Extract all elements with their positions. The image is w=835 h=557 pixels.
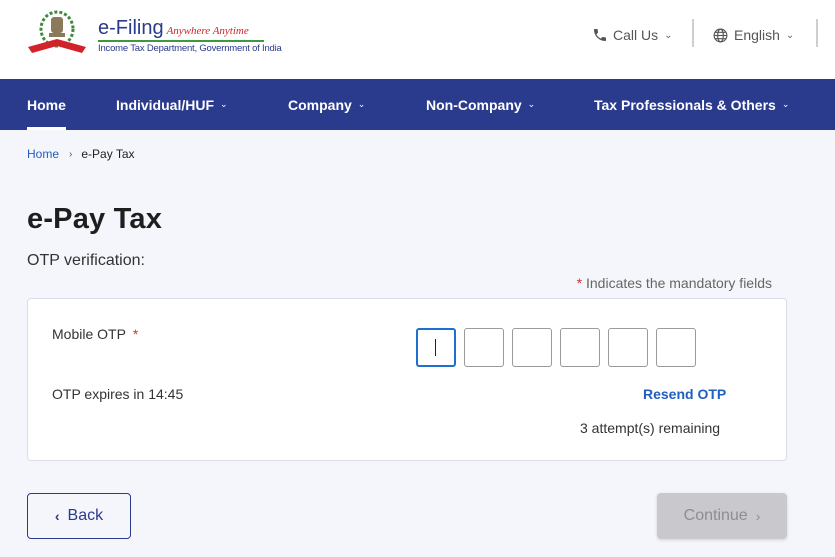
back-button-label: Back [67, 507, 104, 524]
nav-item-individual-huf[interactable]: Individual/HUF ⌄ [116, 79, 228, 130]
emblem-icon [28, 10, 86, 53]
chevron-down-icon: ⌄ [357, 99, 366, 109]
logo-title: e-Filing Anywhere Anytime [98, 17, 249, 39]
breadcrumb-home-link[interactable]: Home [27, 147, 59, 161]
nav-item-home[interactable]: Home [27, 79, 66, 130]
otp-digit-2[interactable] [464, 328, 504, 367]
back-button[interactable]: ‹ Back [27, 493, 131, 539]
logo-subtitle: Income Tax Department, Government of Ind… [98, 43, 282, 54]
header-divider [692, 19, 694, 47]
breadcrumb: Home › e-Pay Tax [27, 147, 135, 161]
call-us-dropdown[interactable]: Call Us ⌄ [592, 22, 673, 48]
otp-expiry-timer: OTP expires in 14:45 [52, 386, 184, 402]
site-header: e-Filing Anywhere Anytime Income Tax Depa… [0, 0, 835, 79]
mobile-otp-label: Mobile OTP * [52, 326, 138, 342]
efiling-logo[interactable]: e-Filing Anywhere Anytime Income Tax Depa… [26, 9, 282, 59]
page-title: e-Pay Tax [27, 203, 163, 235]
otp-input-group [416, 328, 696, 367]
chevron-right-icon: › [69, 148, 73, 160]
logo-tagline: Anywhere Anytime [166, 25, 249, 37]
phone-icon [594, 29, 606, 41]
attempts-remaining: 3 attempt(s) remaining [580, 420, 721, 436]
required-star: * [132, 326, 139, 342]
resend-otp-link[interactable]: Resend OTP [643, 386, 726, 402]
mandatory-note-text: Indicates the mandatory fields [582, 275, 772, 291]
nav-item-non-company[interactable]: Non-Company ⌄ [426, 79, 535, 130]
chevron-down-icon: ⌄ [664, 29, 673, 41]
chevron-down-icon: ⌄ [785, 29, 795, 41]
otp-digit-6[interactable] [656, 328, 696, 367]
chevron-left-icon: ‹ [54, 508, 60, 524]
continue-button[interactable]: Continue › [657, 493, 787, 539]
nav-label: Tax Professionals & Others [594, 96, 776, 113]
otp-digit-3[interactable] [512, 328, 552, 367]
language-label: English [734, 27, 780, 43]
nav-item-tax-professionals[interactable]: Tax Professionals & Others ⌄ [594, 79, 789, 130]
text-cursor [435, 339, 436, 356]
otp-digit-1[interactable] [416, 328, 456, 367]
nav-label: Individual/HUF [116, 96, 214, 113]
breadcrumb-current: e-Pay Tax [81, 147, 135, 161]
language-dropdown[interactable]: English ⌄ [712, 22, 794, 48]
nav-label: Company [288, 96, 352, 113]
globe-icon [713, 28, 728, 42]
otp-digit-5[interactable] [608, 328, 648, 367]
nav-label: Non-Company [426, 96, 522, 113]
call-us-label: Call Us [613, 27, 659, 43]
chevron-down-icon: ⌄ [527, 99, 536, 109]
logo-divider [98, 40, 264, 42]
mandatory-note: * Indicates the mandatory fields [577, 275, 772, 291]
page-subtitle: OTP verification: [27, 252, 145, 269]
chevron-down-icon: ⌄ [781, 99, 790, 109]
nav-label: Home [27, 96, 66, 113]
otp-card: Mobile OTP * OTP expires in 14:45 Resend … [27, 298, 787, 461]
main-nav: Home Individual/HUF ⌄ Company ⌄ Non-Compan… [0, 79, 835, 130]
chevron-down-icon: ⌄ [220, 99, 228, 109]
mobile-otp-label-text: Mobile OTP [52, 326, 126, 342]
header-divider [816, 19, 818, 47]
nav-item-company[interactable]: Company ⌄ [288, 79, 365, 130]
otp-digit-wrapper [416, 328, 456, 367]
chevron-right-icon: › [755, 508, 761, 524]
continue-button-label: Continue [683, 507, 748, 524]
otp-digit-4[interactable] [560, 328, 600, 367]
